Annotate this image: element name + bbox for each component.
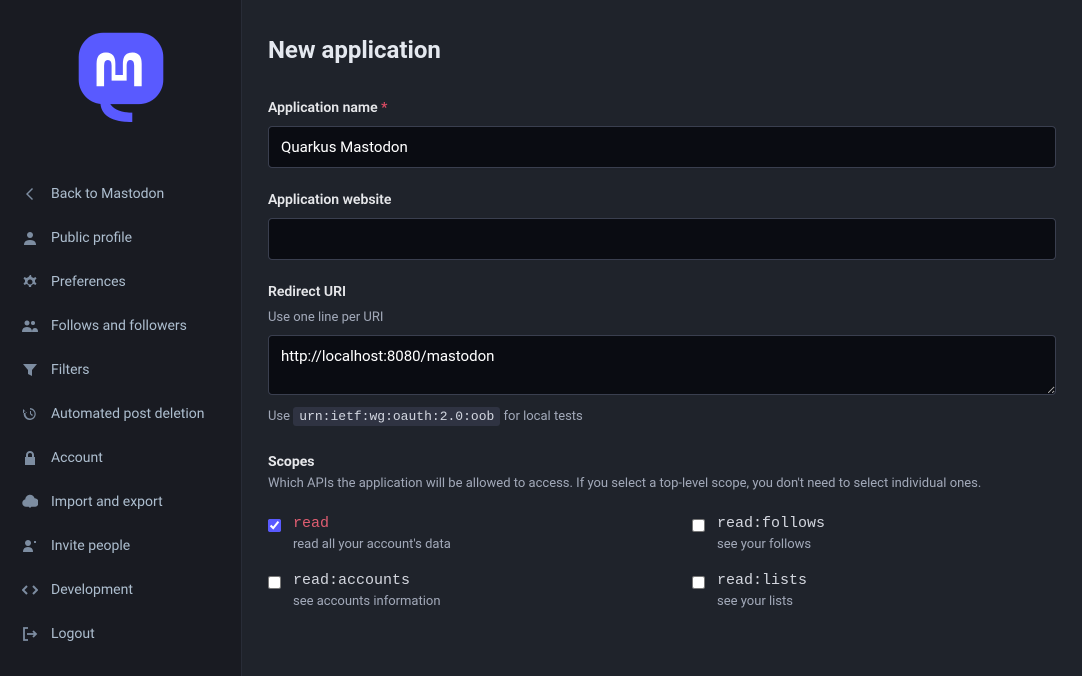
scope-name: read:accounts — [293, 572, 441, 589]
nav-item-label: Preferences — [51, 274, 126, 290]
lock-icon — [22, 450, 38, 466]
scope-item-read-follows: read:follows see your follows — [692, 515, 1056, 552]
scope-name: read — [293, 515, 451, 532]
user-plus-icon — [22, 538, 38, 554]
nav-item-back[interactable]: Back to Mastodon — [0, 172, 241, 216]
required-asterisk: * — [381, 100, 387, 116]
page-title: New application — [268, 36, 1056, 64]
field-redirect-uri: Redirect URI Use one line per URI http:/… — [268, 284, 1056, 424]
app-website-input[interactable] — [268, 218, 1056, 260]
scope-name: read:follows — [717, 515, 825, 532]
nav-item-preferences[interactable]: Preferences — [0, 260, 241, 304]
nav-item-invite[interactable]: Invite people — [0, 524, 241, 568]
scope-checkbox-read-follows[interactable] — [692, 519, 705, 532]
scope-item-read-accounts: read:accounts see accounts information — [268, 572, 632, 609]
scope-desc: see accounts information — [293, 594, 441, 609]
sidebar: Back to Mastodon Public profile Preferen… — [0, 0, 242, 676]
app-name-input[interactable] — [268, 126, 1056, 168]
scopes-header: Scopes Which APIs the application will b… — [268, 454, 1056, 491]
nav-item-label: Import and export — [51, 494, 163, 510]
gear-icon — [22, 274, 38, 290]
nav-item-label: Back to Mastodon — [51, 186, 164, 202]
redirect-uri-input[interactable]: http://localhost:8080/mastodon — [268, 335, 1056, 395]
redirect-uri-label: Redirect URI — [268, 284, 1056, 300]
nav-item-label: Filters — [51, 362, 90, 378]
nav-item-label: Automated post deletion — [51, 406, 204, 422]
nav-item-label: Account — [51, 450, 103, 466]
nav-item-public-profile[interactable]: Public profile — [0, 216, 241, 260]
logout-icon — [22, 626, 38, 642]
nav-item-label: Development — [51, 582, 133, 598]
nav-item-import-export[interactable]: Import and export — [0, 480, 241, 524]
nav-item-filters[interactable]: Filters — [0, 348, 241, 392]
scope-checkbox-read-accounts[interactable] — [268, 576, 281, 589]
oob-code: urn:ietf:wg:oauth:2.0:oob — [293, 407, 500, 426]
cloud-icon — [22, 494, 38, 510]
app-name-label: Application name * — [268, 100, 1056, 116]
nav-item-development[interactable]: Development — [0, 568, 241, 612]
app-website-label: Application website — [268, 192, 1056, 208]
scope-name: read:lists — [717, 572, 807, 589]
scopes-grid: read read all your account's data read:f… — [268, 515, 1056, 609]
scopes-desc: Which APIs the application will be allow… — [268, 476, 1056, 491]
nav-item-label: Follows and followers — [51, 318, 187, 334]
scope-item-read: read read all your account's data — [268, 515, 632, 552]
users-icon — [22, 318, 38, 334]
nav-item-auto-delete[interactable]: Automated post deletion — [0, 392, 241, 436]
logo-wrap — [0, 18, 241, 172]
scope-desc: see your follows — [717, 537, 825, 552]
redirect-uri-hint: Use one line per URI — [268, 310, 1056, 325]
scope-item-read-lists: read:lists see your lists — [692, 572, 1056, 609]
funnel-icon — [22, 362, 38, 378]
scope-desc: read all your account's data — [293, 537, 451, 552]
nav-list: Back to Mastodon Public profile Preferen… — [0, 172, 241, 656]
nav-item-logout[interactable]: Logout — [0, 612, 241, 656]
scope-desc: see your lists — [717, 594, 807, 609]
user-icon — [22, 230, 38, 246]
nav-item-label: Invite people — [51, 538, 130, 554]
chevron-left-icon — [22, 186, 38, 202]
field-app-name: Application name * — [268, 100, 1056, 168]
nav-item-follows[interactable]: Follows and followers — [0, 304, 241, 348]
history-icon — [22, 406, 38, 422]
code-icon — [22, 582, 38, 598]
nav-item-account[interactable]: Account — [0, 436, 241, 480]
nav-item-label: Public profile — [51, 230, 132, 246]
nav-item-label: Logout — [51, 626, 95, 642]
scope-checkbox-read[interactable] — [268, 519, 281, 532]
redirect-uri-post-hint: Use urn:ietf:wg:oauth:2.0:oob for local … — [268, 409, 1056, 424]
mastodon-logo-icon — [74, 28, 168, 122]
scope-checkbox-read-lists[interactable] — [692, 576, 705, 589]
scopes-title: Scopes — [268, 454, 1056, 470]
main-content: New application Application name * Appli… — [242, 0, 1082, 676]
field-app-website: Application website — [268, 192, 1056, 260]
